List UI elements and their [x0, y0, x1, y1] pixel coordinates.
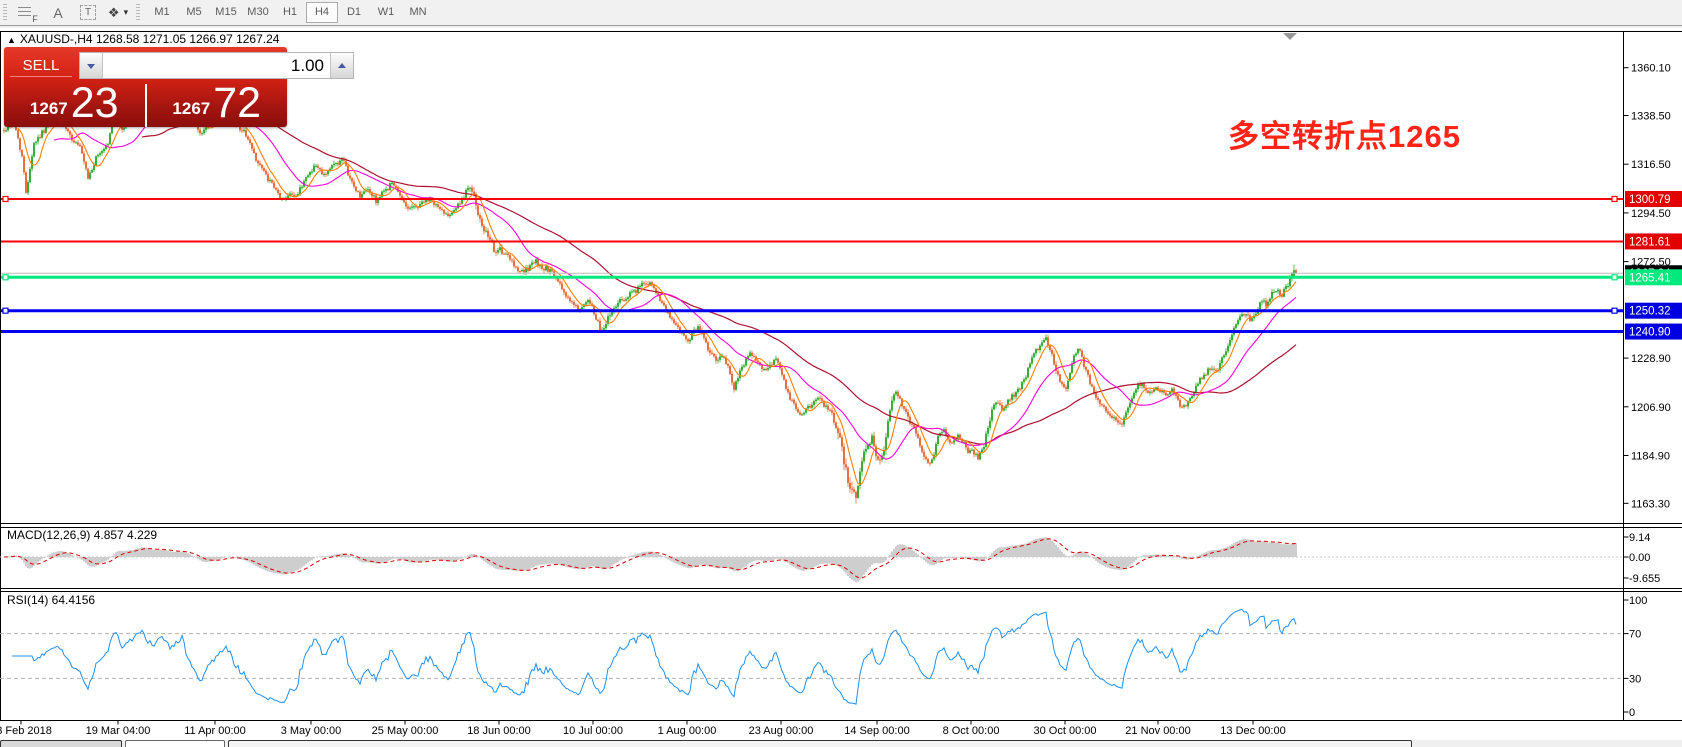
rsi-label: RSI(14) 64.4156 [7, 593, 95, 607]
fibonacci-letter: F [32, 14, 38, 24]
buy-price-small: 1267 [172, 100, 210, 117]
svg-text:1338.50: 1338.50 [1631, 111, 1671, 123]
buy-button[interactable]: BUY [361, 55, 423, 77]
line-handle[interactable] [1612, 196, 1617, 201]
buy-price-big: 72 [213, 84, 261, 124]
svg-text:8 Oct 00:00: 8 Oct 00:00 [943, 725, 1000, 737]
ohlc-values: 1268.58 1271.05 1266.97 1267.24 [96, 32, 280, 46]
sell-price-big: 23 [71, 84, 119, 124]
toolbar-grip[interactable] [3, 4, 7, 22]
svg-text:19 Mar 04:00: 19 Mar 04:00 [86, 725, 151, 737]
svg-text:10 Jul 00:00: 10 Jul 00:00 [563, 725, 623, 737]
timeframe-w1[interactable]: W1 [370, 2, 402, 23]
volume-input[interactable] [103, 53, 330, 78]
timeframe-m30[interactable]: M30 [242, 2, 274, 23]
svg-text:14 Sep 00:00: 14 Sep 00:00 [844, 725, 909, 737]
sell-price[interactable]: 1267 23 [4, 84, 145, 127]
collapse-arrow-icon[interactable]: ▲ [7, 35, 16, 45]
timeframe-d1[interactable]: D1 [338, 2, 370, 23]
svg-text:1163.30: 1163.30 [1631, 498, 1670, 510]
svg-text:1184.90: 1184.90 [1631, 451, 1670, 463]
sell-price-small: 1267 [30, 100, 68, 117]
svg-text:1294.50: 1294.50 [1631, 208, 1671, 220]
mt4-window: F A T ❖ ▾ M1M5M15M30H1H4D1W1MN 1300.79 12… [0, 0, 1682, 747]
line-handle[interactable] [3, 196, 8, 201]
chart-annotation: 多空转折点1265 [1228, 111, 1461, 156]
chart-title: ▲ XAUUSD-,H4 1268.58 1271.05 1266.97 1267… [7, 32, 279, 46]
svg-text:18 Jun 00:00: 18 Jun 00:00 [467, 725, 531, 737]
timeframe-m15[interactable]: M15 [210, 2, 242, 23]
svg-text:0: 0 [1629, 707, 1635, 719]
svg-text:1300.79: 1300.79 [1629, 194, 1671, 206]
triangle-up-icon [338, 59, 346, 68]
svg-text:1360.10: 1360.10 [1631, 63, 1671, 75]
svg-text:3 May 00:00: 3 May 00:00 [281, 725, 342, 737]
svg-text:1240.90: 1240.90 [1629, 327, 1671, 339]
trade-panel-top-row: SELL BUY [4, 47, 287, 80]
volume-increase-button[interactable] [330, 53, 353, 78]
svg-text:23 Aug 00:00: 23 Aug 00:00 [749, 725, 814, 737]
timeframe-h4[interactable]: H4 [306, 2, 338, 23]
svg-text:1250.32: 1250.32 [1629, 306, 1671, 318]
timeframe-m5[interactable]: M5 [178, 2, 210, 23]
volume-stepper [79, 52, 354, 79]
svg-text:1265.41: 1265.41 [1629, 272, 1671, 284]
trade-panel-prices: 1267 23 1267 72 [4, 84, 287, 127]
fibonacci-tool-icon[interactable]: F [16, 2, 40, 24]
volume-decrease-button[interactable] [80, 53, 103, 78]
line-handle[interactable] [3, 275, 8, 280]
svg-text:1 Aug 00:00: 1 Aug 00:00 [658, 725, 717, 737]
arrows-glyph: ❖ [108, 5, 120, 21]
svg-text:23 Feb 2018: 23 Feb 2018 [0, 725, 52, 737]
svg-text:1272.50: 1272.50 [1631, 257, 1671, 269]
line-handle[interactable] [3, 308, 8, 313]
text-label-tool-icon[interactable]: A [46, 2, 70, 24]
chart-tab[interactable] [228, 740, 1412, 747]
line-handle[interactable] [1612, 308, 1617, 313]
symbol-label: XAUUSD-,H4 [20, 32, 93, 46]
macd-label: MACD(12,26,9) 4.857 4.229 [7, 528, 157, 542]
text-label-glyph: A [53, 5, 62, 21]
svg-text:1206.90: 1206.90 [1631, 402, 1671, 414]
timeframe-buttons: M1M5M15M30H1H4D1W1MN [146, 0, 434, 26]
timeframe-mn[interactable]: MN [402, 2, 434, 23]
svg-text:9.14: 9.14 [1629, 532, 1650, 544]
svg-text:100: 100 [1629, 595, 1647, 607]
chart-region: 1300.791281.611267.241265.411250.321240.… [0, 28, 1682, 747]
chart-tabs-strip [0, 740, 1682, 747]
triangle-down-icon [87, 64, 95, 73]
chart-tab[interactable] [125, 740, 225, 747]
timeframe-h1[interactable]: H1 [274, 2, 306, 23]
svg-text:21 Nov 00:00: 21 Nov 00:00 [1125, 725, 1190, 737]
hatch-icon [18, 7, 31, 18]
svg-text:-9.655: -9.655 [1629, 573, 1660, 585]
svg-text:0.00: 0.00 [1629, 552, 1650, 564]
svg-text:11 Apr 00:00: 11 Apr 00:00 [184, 725, 246, 737]
svg-text:1316.50: 1316.50 [1631, 159, 1671, 171]
buy-price[interactable]: 1267 72 [147, 84, 288, 127]
text-box-glyph: T [80, 5, 96, 20]
svg-text:30: 30 [1629, 673, 1641, 685]
svg-text:1228.90: 1228.90 [1631, 353, 1671, 365]
line-handle[interactable] [1612, 275, 1617, 280]
svg-text:1281.61: 1281.61 [1629, 236, 1671, 248]
toolbar-grip2[interactable] [136, 4, 140, 22]
chevron-down-icon[interactable]: ▾ [124, 7, 129, 18]
svg-text:13 Dec 00:00: 13 Dec 00:00 [1220, 725, 1285, 737]
arrows-tool-icon[interactable]: ❖ ▾ [106, 2, 130, 24]
svg-text:25 May 00:00: 25 May 00:00 [372, 725, 439, 737]
chart-tab[interactable] [0, 740, 122, 747]
timeframe-m1[interactable]: M1 [146, 2, 178, 23]
svg-text:70: 70 [1629, 629, 1641, 641]
sell-button[interactable]: SELL [10, 55, 72, 77]
svg-text:30 Oct 00:00: 30 Oct 00:00 [1034, 725, 1097, 737]
top-toolbar: F A T ❖ ▾ M1M5M15M30H1H4D1W1MN [0, 0, 1682, 26]
one-click-trading-panel: SELL BUY 1267 23 [4, 47, 287, 127]
text-box-tool-icon[interactable]: T [76, 2, 100, 24]
